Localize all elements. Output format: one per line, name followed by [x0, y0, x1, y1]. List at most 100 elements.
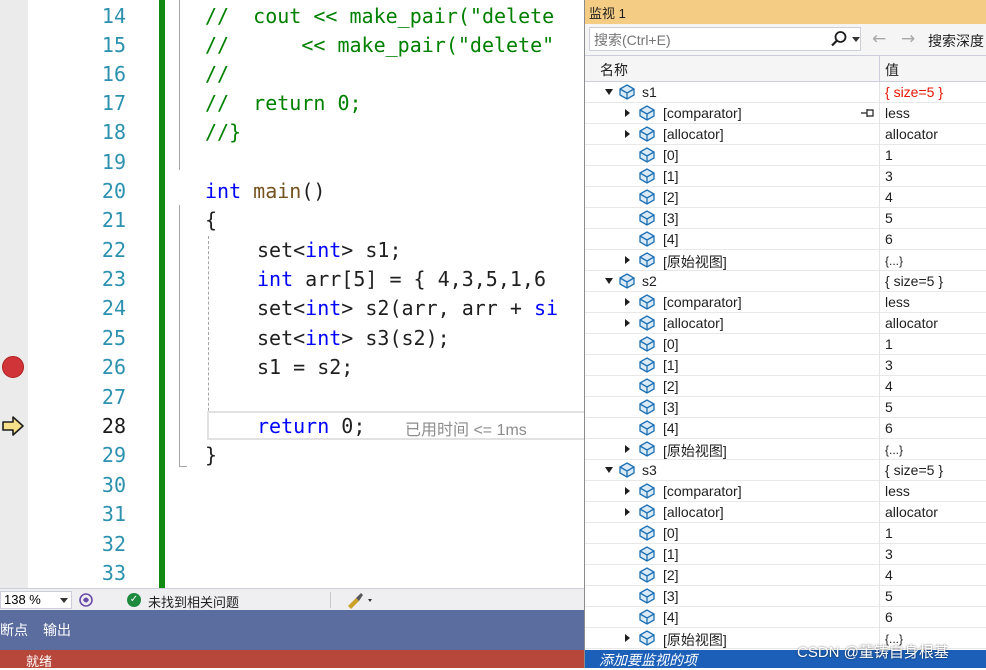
- watch-item-value[interactable]: 5: [885, 399, 893, 415]
- watch-row-child[interactable]: [0] 1: [585, 145, 986, 166]
- watch-row-child[interactable]: [0] 1: [585, 523, 986, 544]
- watch-row-child[interactable]: [2] 4: [585, 565, 986, 586]
- watch-item-value[interactable]: 6: [885, 420, 893, 436]
- watch-row-child[interactable]: [allocator] allocator: [585, 124, 986, 145]
- watch-row-child[interactable]: [1] 3: [585, 544, 986, 565]
- watch-item-value[interactable]: 6: [885, 231, 893, 247]
- copilot-icon[interactable]: [78, 592, 94, 608]
- watch-row-child[interactable]: [1] 3: [585, 355, 986, 376]
- search-input[interactable]: [590, 28, 826, 52]
- watch-row-child[interactable]: [原始视图] {...}: [585, 250, 986, 271]
- watch-item-value[interactable]: {...}: [885, 443, 903, 457]
- watch-item-value[interactable]: 1: [885, 525, 893, 541]
- watch-item-name[interactable]: [原始视图]: [663, 252, 727, 272]
- watch-row-child[interactable]: [4] 6: [585, 607, 986, 628]
- watch-item-name[interactable]: [1]: [663, 546, 679, 562]
- watch-item-value[interactable]: { size=5 }: [885, 273, 943, 289]
- column-header-name[interactable]: 名称: [600, 60, 628, 80]
- column-header-value[interactable]: 值: [885, 60, 899, 80]
- watch-search-box[interactable]: [589, 27, 861, 52]
- watch-item-value[interactable]: { size=5 }: [885, 462, 943, 478]
- search-icon[interactable]: [830, 30, 848, 48]
- watch-item-value[interactable]: 3: [885, 168, 893, 184]
- chevron-down-icon[interactable]: [852, 37, 860, 42]
- watch-item-name[interactable]: [4]: [663, 231, 679, 247]
- column-divider[interactable]: [879, 56, 880, 83]
- watch-row-child[interactable]: [comparator] less: [585, 103, 986, 124]
- watch-item-name[interactable]: [comparator]: [663, 105, 742, 121]
- watch-item-name[interactable]: [4]: [663, 609, 679, 625]
- expand-arrow-icon[interactable]: [625, 487, 630, 495]
- watch-row-child[interactable]: [4] 6: [585, 229, 986, 250]
- watch-row-child[interactable]: [2] 4: [585, 376, 986, 397]
- watch-item-name[interactable]: [comparator]: [663, 483, 742, 499]
- search-depth-label[interactable]: 搜索深度: [928, 31, 984, 51]
- watch-item-value[interactable]: 1: [885, 336, 893, 352]
- expand-arrow-icon[interactable]: [625, 256, 630, 264]
- watch-row-child[interactable]: [3] 5: [585, 208, 986, 229]
- collapse-arrow-icon[interactable]: [605, 467, 613, 473]
- watch-row-variable[interactable]: s2 { size=5 }: [585, 271, 986, 292]
- watch-item-name[interactable]: [3]: [663, 588, 679, 604]
- watch-item-value[interactable]: 3: [885, 357, 893, 373]
- watch-item-value[interactable]: { size=5 }: [885, 84, 943, 100]
- watch-item-name[interactable]: [1]: [663, 357, 679, 373]
- watch-item-name[interactable]: [0]: [663, 147, 679, 163]
- watch-row-child[interactable]: [allocator] allocator: [585, 313, 986, 334]
- tab-breakpoints[interactable]: 断点: [0, 620, 28, 640]
- watch-item-value[interactable]: 5: [885, 210, 893, 226]
- watch-item-value[interactable]: 4: [885, 189, 893, 205]
- issues-status[interactable]: 未找到相关问题: [148, 592, 239, 611]
- watch-item-name[interactable]: [3]: [663, 210, 679, 226]
- watch-item-name[interactable]: s2: [642, 273, 657, 289]
- watch-item-name[interactable]: [3]: [663, 399, 679, 415]
- watch-item-value[interactable]: 5: [885, 588, 893, 604]
- watch-row-child[interactable]: [comparator] less: [585, 481, 986, 502]
- expand-arrow-icon[interactable]: [625, 634, 630, 642]
- watch-item-value[interactable]: less: [885, 483, 910, 499]
- watch-item-value[interactable]: less: [885, 294, 910, 310]
- watch-item-name[interactable]: [原始视图]: [663, 630, 727, 650]
- watch-item-value[interactable]: allocator: [885, 504, 938, 520]
- watch-item-name[interactable]: [allocator]: [663, 504, 724, 520]
- expand-arrow-icon[interactable]: [625, 508, 630, 516]
- pin-icon[interactable]: [860, 107, 876, 119]
- expand-arrow-icon[interactable]: [625, 298, 630, 306]
- tab-output[interactable]: 输出: [43, 620, 71, 640]
- cleanup-brush-icon[interactable]: [345, 591, 375, 609]
- watch-row-child[interactable]: [comparator] less: [585, 292, 986, 313]
- watch-item-value[interactable]: {...}: [885, 254, 903, 268]
- watch-item-name[interactable]: [2]: [663, 567, 679, 583]
- watch-item-name[interactable]: [allocator]: [663, 126, 724, 142]
- watch-item-name[interactable]: [allocator]: [663, 315, 724, 331]
- watch-row-child[interactable]: [1] 3: [585, 166, 986, 187]
- watch-item-value[interactable]: less: [885, 105, 910, 121]
- watch-item-name[interactable]: [0]: [663, 525, 679, 541]
- watch-item-name[interactable]: [2]: [663, 378, 679, 394]
- watch-item-name[interactable]: [0]: [663, 336, 679, 352]
- watch-item-value[interactable]: 6: [885, 609, 893, 625]
- collapse-arrow-icon[interactable]: [605, 278, 613, 284]
- watch-item-name[interactable]: [原始视图]: [663, 441, 727, 461]
- zoom-dropdown[interactable]: 138 %: [0, 591, 72, 609]
- watch-row-child[interactable]: [原始视图] {...}: [585, 439, 986, 460]
- watch-row-child[interactable]: [3] 5: [585, 397, 986, 418]
- watch-item-name[interactable]: [4]: [663, 420, 679, 436]
- glyph-margin[interactable]: [0, 0, 28, 588]
- watch-item-name[interactable]: s1: [642, 84, 657, 100]
- watch-row-child[interactable]: [3] 5: [585, 586, 986, 607]
- watch-item-name[interactable]: [2]: [663, 189, 679, 205]
- watch-item-name[interactable]: [comparator]: [663, 294, 742, 310]
- watch-item-value[interactable]: allocator: [885, 126, 938, 142]
- watch-item-value[interactable]: 4: [885, 378, 893, 394]
- watch-row-child[interactable]: [4] 6: [585, 418, 986, 439]
- expand-arrow-icon[interactable]: [625, 319, 630, 327]
- watch-item-value[interactable]: 1: [885, 147, 893, 163]
- arrow-left-icon[interactable]: ←: [872, 29, 886, 49]
- watch-item-name[interactable]: [1]: [663, 168, 679, 184]
- watch-item-name[interactable]: s3: [642, 462, 657, 478]
- watch-row-child[interactable]: [allocator] allocator: [585, 502, 986, 523]
- watch-row-variable[interactable]: s1 { size=5 }: [585, 82, 986, 103]
- expand-arrow-icon[interactable]: [625, 445, 630, 453]
- watch-row-child[interactable]: [0] 1: [585, 334, 986, 355]
